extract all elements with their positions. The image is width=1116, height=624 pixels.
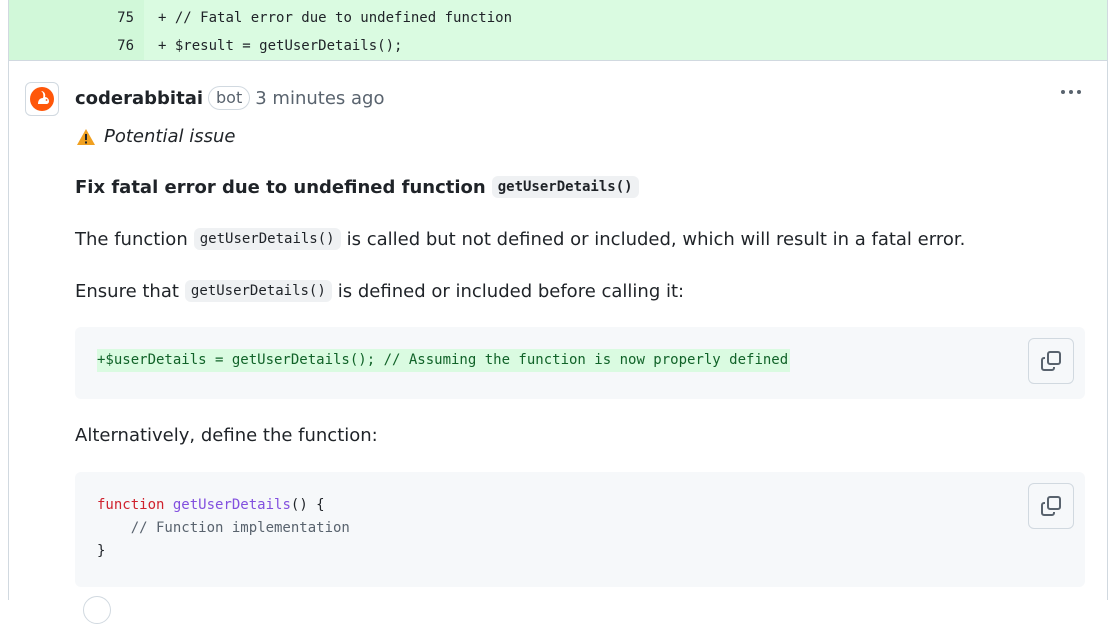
diff-code: + $result = getUserDetails(); bbox=[144, 38, 402, 54]
paragraph: The function getUserDetails() is called … bbox=[75, 228, 965, 250]
code-keyword: function bbox=[97, 497, 165, 513]
paragraph: Ensure that getUserDetails() is defined … bbox=[75, 280, 684, 302]
review-thread: 75 + // Fatal error due to undefined fun… bbox=[8, 0, 1108, 624]
code-content: function getUserDetails() { // Function … bbox=[97, 494, 350, 563]
title-text: Fix fatal error due to undefined functio… bbox=[75, 176, 486, 198]
code-signature: () { bbox=[290, 497, 325, 513]
bot-badge: bot bbox=[208, 86, 251, 110]
kebab-horizontal-icon bbox=[1061, 90, 1065, 94]
paragraph-text: is called but not defined or included, w… bbox=[346, 228, 966, 250]
inline-code: getUserDetails() bbox=[491, 176, 639, 198]
diff-hunk: 75 + // Fatal error due to undefined fun… bbox=[9, 0, 1107, 61]
inline-code: getUserDetails() bbox=[193, 228, 341, 250]
next-comment-avatar[interactable] bbox=[83, 596, 111, 624]
diff-code-text: $result = getUserDetails(); bbox=[166, 38, 403, 54]
diff-code: + // Fatal error due to undefined functi… bbox=[144, 10, 512, 26]
copy-icon bbox=[1041, 496, 1061, 516]
paragraph-text: Ensure that bbox=[75, 280, 179, 302]
paragraph-text: is defined or included before calling it… bbox=[337, 280, 685, 302]
comment-header: coderabbitai bot 3 minutes ago bbox=[75, 86, 384, 110]
copy-icon bbox=[1041, 351, 1061, 371]
issue-label: Potential issue bbox=[76, 126, 235, 147]
code-function-name: getUserDetails bbox=[172, 497, 291, 513]
paragraph: Alternatively, define the function: bbox=[75, 425, 378, 446]
author-link[interactable]: coderabbitai bbox=[75, 88, 203, 109]
code-block-suggestion: +$userDetails = getUserDetails(); // Ass… bbox=[75, 327, 1085, 399]
code-line: +$userDetails = getUserDetails(); // Ass… bbox=[97, 349, 791, 372]
copy-button[interactable] bbox=[1028, 483, 1074, 529]
code-block-function: function getUserDetails() { // Function … bbox=[75, 472, 1085, 587]
inline-code: getUserDetails() bbox=[184, 280, 332, 302]
comment-menu-button[interactable] bbox=[1061, 90, 1081, 94]
copy-button[interactable] bbox=[1028, 338, 1074, 384]
diff-code-text: // Fatal error due to undefined function bbox=[166, 10, 513, 26]
comment-title: Fix fatal error due to undefined functio… bbox=[75, 176, 639, 198]
timestamp-link[interactable]: 3 minutes ago bbox=[255, 88, 384, 109]
code-comment: // Function implementation bbox=[97, 520, 350, 536]
code-brace: } bbox=[97, 543, 106, 559]
line-number[interactable]: 75 bbox=[9, 4, 144, 32]
warning-icon bbox=[77, 128, 95, 145]
kebab-dot bbox=[1077, 90, 1081, 94]
diff-line: 75 + // Fatal error due to undefined fun… bbox=[9, 4, 1107, 32]
coderabbit-logo-icon bbox=[30, 87, 54, 111]
line-number[interactable]: 76 bbox=[9, 32, 144, 60]
diff-line: 76 + $result = getUserDetails(); bbox=[9, 32, 1107, 60]
paragraph-text: The function bbox=[75, 228, 188, 250]
issue-label-text: Potential issue bbox=[104, 126, 236, 147]
paragraph-text: Alternatively, define the function: bbox=[75, 425, 378, 446]
kebab-dot bbox=[1069, 90, 1073, 94]
avatar[interactable] bbox=[25, 82, 59, 116]
